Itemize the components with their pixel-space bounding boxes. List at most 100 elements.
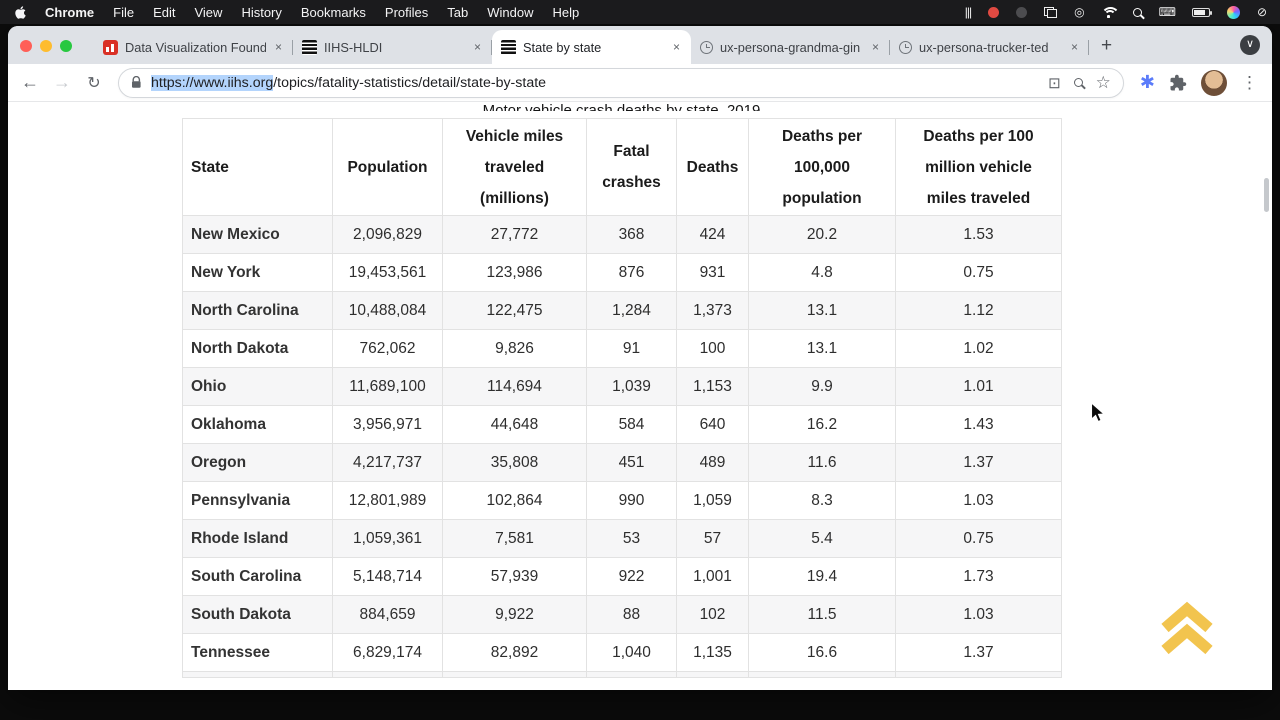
do-not-disturb-icon[interactable]: ⊘ (1257, 5, 1266, 19)
value-cell: 44,648 (443, 406, 587, 444)
browser-toolbar: ← → ↻ https://www.iihs.org/topics/fatali… (8, 64, 1272, 102)
browser-tab[interactable]: State by state× (492, 30, 691, 64)
window-manager-icon[interactable]: ||| (965, 5, 971, 19)
wifi-icon[interactable] (1101, 7, 1116, 18)
table-row: Oklahoma3,956,97144,64858464016.21.43 (183, 406, 1062, 444)
back-to-top-button[interactable] (1158, 600, 1216, 663)
screen-mirroring-icon[interactable] (1044, 7, 1057, 18)
value-cell: 5.4 (749, 520, 896, 558)
menu-item-help[interactable]: Help (553, 5, 580, 20)
browser-tab[interactable]: IIHS-HLDI× (293, 30, 492, 64)
siri-icon[interactable] (1227, 6, 1240, 19)
tab-search-button[interactable]: ∨ (1240, 35, 1260, 55)
menu-item-tab[interactable]: Tab (447, 5, 468, 20)
value-cell: 19.4 (749, 558, 896, 596)
apple-menu-icon[interactable] (14, 5, 27, 20)
spotlight-search-icon[interactable] (1133, 8, 1142, 17)
value-cell: 1.12 (896, 292, 1062, 330)
bookmark-star-icon[interactable]: ☆ (1096, 73, 1111, 93)
double-chevron-up-icon (1158, 600, 1216, 658)
table-row: South Carolina5,148,71457,9399221,00119.… (183, 558, 1062, 596)
browser-tab[interactable]: Data Visualization Founda× (94, 30, 293, 64)
menu-item-history[interactable]: History (241, 5, 281, 20)
browser-tab[interactable]: ux-persona-trucker-ted × (890, 30, 1089, 64)
value-cell: 1,135 (677, 634, 749, 672)
table-row-partial (183, 672, 1062, 678)
table-row: Tennessee6,829,17482,8921,0401,13516.61.… (183, 634, 1062, 672)
url-text[interactable]: https://www.iihs.org/topics/fatality-sta… (151, 75, 1039, 91)
value-cell: 88 (587, 596, 677, 634)
chrome-window: Data Visualization Founda×IIHS-HLDI×Stat… (8, 26, 1272, 690)
value-cell: 922 (587, 558, 677, 596)
browser-menu-icon[interactable]: ⋮ (1241, 73, 1258, 93)
extension-pinwheel-icon[interactable]: ✱ (1140, 72, 1155, 93)
tab-close-icon[interactable]: × (870, 40, 881, 54)
menu-item-file[interactable]: File (113, 5, 134, 20)
value-cell: 27,772 (443, 216, 587, 254)
value-cell: 640 (677, 406, 749, 444)
value-cell: 6,829,174 (333, 634, 443, 672)
value-cell: 20.2 (749, 216, 896, 254)
reload-button[interactable]: ↻ (82, 73, 106, 93)
menu-item-view[interactable]: View (194, 5, 222, 20)
record-app-icon[interactable] (988, 7, 999, 18)
value-cell: 1,153 (677, 368, 749, 406)
value-cell: 9,922 (443, 596, 587, 634)
state-name-cell: Pennsylvania (183, 482, 333, 520)
tab-title: ux-persona-grandma-gin (720, 40, 863, 55)
address-bar[interactable]: https://www.iihs.org/topics/fatality-sta… (118, 68, 1124, 98)
tab-close-icon[interactable]: × (472, 40, 483, 54)
menu-item-bookmarks[interactable]: Bookmarks (301, 5, 366, 20)
value-cell: 13.1 (749, 330, 896, 368)
minimize-window-button[interactable] (40, 40, 52, 52)
lock-icon[interactable] (131, 76, 142, 89)
back-button[interactable]: ← (18, 72, 42, 93)
value-cell: 0.75 (896, 254, 1062, 292)
value-cell: 1.37 (896, 444, 1062, 482)
menu-item-profiles[interactable]: Profiles (385, 5, 428, 20)
value-cell: 1.03 (896, 596, 1062, 634)
value-cell: 11.5 (749, 596, 896, 634)
vertical-scrollbar-thumb[interactable] (1264, 178, 1269, 212)
state-name-cell: North Carolina (183, 292, 333, 330)
tab-close-icon[interactable]: × (273, 40, 284, 54)
history-favicon-icon (899, 41, 912, 54)
profile-avatar[interactable] (1201, 70, 1227, 96)
table-row: South Dakota884,6599,9228810211.51.03 (183, 596, 1062, 634)
close-window-button[interactable] (20, 40, 32, 52)
keyboard-icon[interactable]: ⌨ (1159, 5, 1175, 19)
value-cell: 1,284 (587, 292, 677, 330)
value-cell: 53 (587, 520, 677, 558)
tab-close-icon[interactable]: × (1069, 40, 1080, 54)
tab-title: ux-persona-trucker-ted (919, 40, 1062, 55)
value-cell: 584 (587, 406, 677, 444)
browser-tab[interactable]: ux-persona-grandma-gin × (691, 30, 890, 64)
value-cell: 1,059 (677, 482, 749, 520)
column-header: Population (333, 119, 443, 216)
zoom-icon[interactable] (1074, 78, 1083, 87)
menu-item-edit[interactable]: Edit (153, 5, 175, 20)
new-tab-button[interactable]: + (1101, 35, 1112, 57)
extensions-puzzle-icon[interactable] (1169, 74, 1187, 92)
app-circle-icon[interactable] (1016, 7, 1027, 18)
value-cell: 5,148,714 (333, 558, 443, 596)
play-circle-icon[interactable]: ◎ (1074, 5, 1083, 19)
menu-item-chrome[interactable]: Chrome (45, 5, 94, 20)
extensions-area: ✱ ⋮ (1136, 70, 1262, 96)
value-cell: 2,096,829 (333, 216, 443, 254)
url-rest-text: /topics/fatality-statistics/detail/state… (273, 75, 546, 91)
tab-close-icon[interactable]: × (671, 40, 682, 54)
window-controls (20, 40, 72, 52)
menu-item-window[interactable]: Window (487, 5, 533, 20)
value-cell: 8.3 (749, 482, 896, 520)
fullscreen-window-button[interactable] (60, 40, 72, 52)
state-name-cell: Tennessee (183, 634, 333, 672)
lens-select-icon[interactable]: ⊡ (1048, 74, 1061, 92)
table-caption-clipped: Motor vehicle crash deaths by state, 201… (182, 102, 1061, 111)
value-cell: 7,581 (443, 520, 587, 558)
value-cell: 57 (677, 520, 749, 558)
battery-icon[interactable] (1192, 8, 1210, 17)
table-row: North Dakota762,0629,8269110013.11.02 (183, 330, 1062, 368)
state-name-cell: New Mexico (183, 216, 333, 254)
forward-button[interactable]: → (50, 72, 74, 93)
